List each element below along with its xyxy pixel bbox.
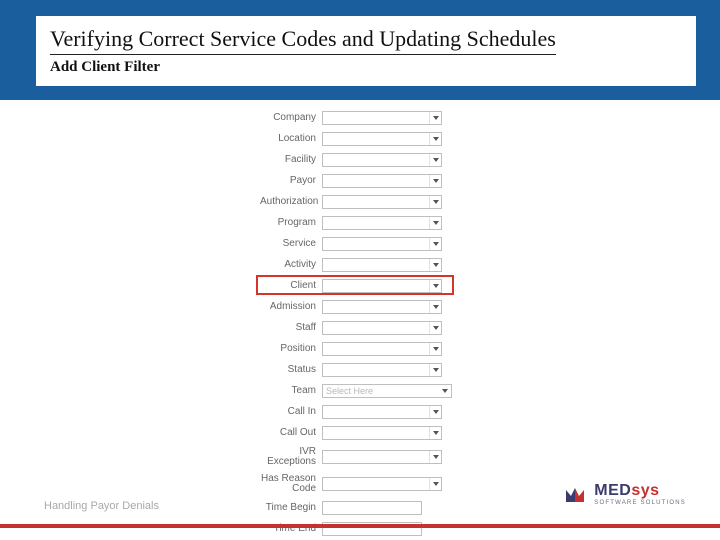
row-admission: Admission xyxy=(260,299,500,315)
brand-tagline: SOFTWARE SOLUTIONS xyxy=(594,500,686,506)
row-status: Status xyxy=(260,362,500,378)
row-facility: Facility xyxy=(260,152,500,168)
row-client: Client xyxy=(260,278,500,294)
select-payor[interactable] xyxy=(322,174,442,188)
label-ivr-exceptions: IVR Exceptions xyxy=(260,447,322,468)
select-position[interactable] xyxy=(322,342,442,356)
chevron-down-icon xyxy=(429,259,441,271)
label-client: Client xyxy=(260,281,322,292)
chevron-down-icon xyxy=(429,133,441,145)
medsys-logo: MEDsys SOFTWARE SOLUTIONS xyxy=(562,482,686,506)
select-status[interactable] xyxy=(322,363,442,377)
label-activity: Activity xyxy=(260,260,322,271)
row-staff: Staff xyxy=(260,320,500,336)
label-location: Location xyxy=(260,134,322,145)
row-location: Location xyxy=(260,131,500,147)
select-admission[interactable] xyxy=(322,300,442,314)
select-call-out[interactable] xyxy=(322,426,442,440)
label-call-in: Call In xyxy=(260,407,322,418)
row-team: Team Select Here xyxy=(260,383,500,399)
label-company: Company xyxy=(260,113,322,124)
select-client[interactable] xyxy=(322,279,442,293)
chevron-down-icon xyxy=(439,385,451,397)
label-service: Service xyxy=(260,239,322,250)
select-has-reason-code[interactable] xyxy=(322,477,442,491)
chevron-down-icon xyxy=(429,301,441,313)
row-activity: Activity xyxy=(260,257,500,273)
select-facility[interactable] xyxy=(322,153,442,167)
label-call-out: Call Out xyxy=(260,428,322,439)
chevron-down-icon xyxy=(429,451,441,463)
label-program: Program xyxy=(260,218,322,229)
row-call-in: Call In xyxy=(260,404,500,420)
select-location[interactable] xyxy=(322,132,442,146)
select-team[interactable]: Select Here xyxy=(322,384,452,398)
filter-form: Company Location Facility Payor Authoriz… xyxy=(260,110,500,540)
page-subtitle: Add Client Filter xyxy=(50,59,682,76)
select-activity[interactable] xyxy=(322,258,442,272)
label-payor: Payor xyxy=(260,176,322,187)
select-ivr-exceptions[interactable] xyxy=(322,450,442,464)
page-title: Verifying Correct Service Codes and Upda… xyxy=(50,26,556,55)
row-ivr-exceptions: IVR Exceptions xyxy=(260,446,500,468)
footer-label: Handling Payor Denials xyxy=(44,500,159,512)
chevron-down-icon xyxy=(429,322,441,334)
chevron-down-icon xyxy=(429,196,441,208)
label-admission: Admission xyxy=(260,302,322,313)
footer-red-line xyxy=(0,524,720,528)
label-position: Position xyxy=(260,344,322,355)
title-block: Verifying Correct Service Codes and Upda… xyxy=(24,16,696,86)
brand-sys: sys xyxy=(631,482,659,499)
select-service[interactable] xyxy=(322,237,442,251)
row-payor: Payor xyxy=(260,173,500,189)
chevron-down-icon xyxy=(429,427,441,439)
slide: Verifying Correct Service Codes and Upda… xyxy=(0,0,720,540)
label-staff: Staff xyxy=(260,323,322,334)
select-program[interactable] xyxy=(322,216,442,230)
chevron-down-icon xyxy=(429,406,441,418)
row-authorization: Authorization xyxy=(260,194,500,210)
row-program: Program xyxy=(260,215,500,231)
chevron-down-icon xyxy=(429,280,441,292)
label-authorization: Authorization xyxy=(260,197,322,208)
label-team: Team xyxy=(260,386,322,397)
chevron-down-icon xyxy=(429,238,441,250)
chevron-down-icon xyxy=(429,478,441,490)
chevron-down-icon xyxy=(429,112,441,124)
logo-text: MEDsys SOFTWARE SOLUTIONS xyxy=(594,483,686,506)
chevron-down-icon xyxy=(429,364,441,376)
label-status: Status xyxy=(260,365,322,376)
select-authorization[interactable] xyxy=(322,195,442,209)
row-service: Service xyxy=(260,236,500,252)
chevron-down-icon xyxy=(429,343,441,355)
select-company[interactable] xyxy=(322,111,442,125)
select-call-in[interactable] xyxy=(322,405,442,419)
select-staff[interactable] xyxy=(322,321,442,335)
footer: Handling Payor Denials MEDsys SOFTWARE S… xyxy=(0,490,720,528)
brand-med: MED xyxy=(594,482,631,499)
row-call-out: Call Out xyxy=(260,425,500,441)
chevron-down-icon xyxy=(429,217,441,229)
placeholder-team: Select Here xyxy=(323,386,439,396)
label-facility: Facility xyxy=(260,155,322,166)
row-position: Position xyxy=(260,341,500,357)
logo-mark-icon xyxy=(562,482,588,506)
chevron-down-icon xyxy=(429,175,441,187)
row-company: Company xyxy=(260,110,500,126)
chevron-down-icon xyxy=(429,154,441,166)
